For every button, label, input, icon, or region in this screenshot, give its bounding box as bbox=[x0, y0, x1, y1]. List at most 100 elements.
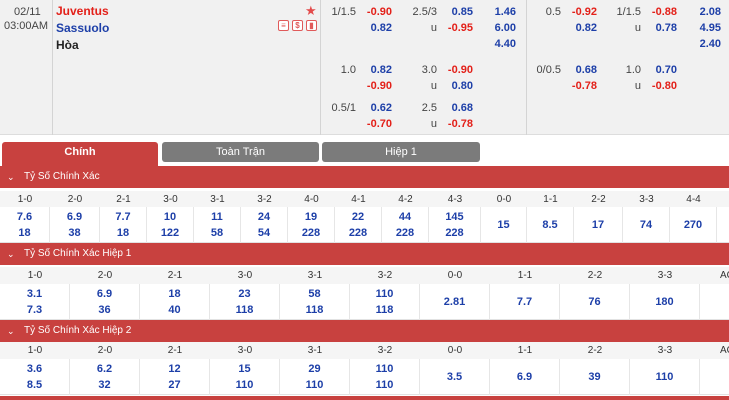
draw-score-cell[interactable]: 270 bbox=[670, 207, 717, 243]
ft-ou-over[interactable]: 0.68 bbox=[437, 101, 473, 115]
section-header-partial[interactable] bbox=[0, 396, 729, 400]
draw-odds: 15 bbox=[497, 219, 510, 231]
h1-ou-u: u bbox=[634, 22, 641, 34]
ft-ou-under[interactable]: 0.80 bbox=[437, 79, 473, 93]
draw-odds: 17 bbox=[591, 219, 605, 231]
score-cell[interactable]: 18 40 bbox=[140, 284, 210, 320]
away-odds: 228 bbox=[301, 227, 321, 239]
home-odds: 11 bbox=[211, 211, 223, 223]
score-label-row: 1-0 2-0 2-1 3-0 3-1 3-2 0-0 1-1 2-2 3-3 … bbox=[0, 267, 729, 285]
tab-chinh[interactable]: Chính bbox=[2, 142, 158, 166]
draw-score-cell[interactable]: 39 bbox=[560, 359, 630, 395]
draw-odds: 2.81 bbox=[443, 296, 466, 308]
score-label: 2-0 bbox=[97, 345, 113, 356]
away-odds: 27 bbox=[168, 379, 181, 391]
home-team[interactable]: Juventus bbox=[56, 4, 109, 18]
score-cell[interactable]: 19 228 bbox=[288, 207, 335, 243]
ft-ou-under[interactable]: -0.78 bbox=[437, 117, 473, 131]
ft-1x2-home[interactable]: 1.46 bbox=[480, 5, 516, 19]
h1-1x2-draw[interactable]: 2.40 bbox=[685, 37, 721, 51]
score-odds-row: 3.1 7.3 6.9 36 18 40 23 118 58 118 110 118 2.8… bbox=[0, 284, 729, 320]
draw-score-cell[interactable]: 180 bbox=[630, 284, 700, 320]
score-cell[interactable]: 7.6 18 bbox=[0, 207, 50, 243]
score-label: 3-2 bbox=[377, 270, 393, 281]
tab-toan-tran[interactable]: Toàn Trận bbox=[162, 142, 319, 162]
draw-score-cell[interactable]: 110 bbox=[630, 359, 700, 395]
ft-hdp-away[interactable]: -0.90 bbox=[356, 79, 392, 93]
draw-score-cell[interactable]: 8.5 bbox=[527, 207, 574, 243]
favorite-star-icon[interactable]: ★ bbox=[305, 4, 317, 17]
score-cell[interactable]: 23 118 bbox=[210, 284, 280, 320]
stats-icon[interactable]: ▮ bbox=[306, 20, 317, 31]
ft-hdp-home[interactable]: 0.82 bbox=[356, 63, 392, 77]
draw-score-cell[interactable]: 15 bbox=[481, 207, 527, 243]
score-cell[interactable]: 6.9 36 bbox=[70, 284, 140, 320]
score-label: 2-2 bbox=[587, 270, 603, 281]
ft-1x2-away[interactable]: 6.00 bbox=[480, 21, 516, 35]
score-cell[interactable]: 44 228 bbox=[382, 207, 429, 243]
score-label: 3-3 bbox=[657, 270, 673, 281]
dollar-icon[interactable]: $ bbox=[292, 20, 303, 31]
draw-score-cell[interactable]: 76 bbox=[560, 284, 630, 320]
score-cell[interactable]: 29 110 bbox=[280, 359, 350, 395]
draw-score-cell[interactable]: 3.5 bbox=[420, 359, 490, 395]
score-cell[interactable]: 10 122 bbox=[147, 207, 194, 243]
score-cell[interactable]: 7.7 18 bbox=[100, 207, 147, 243]
score-label: 3-2 bbox=[377, 345, 393, 356]
h1-hdp-home[interactable]: -0.92 bbox=[561, 5, 597, 19]
away-odds: 118 bbox=[235, 304, 254, 316]
draw-score-cell[interactable]: 6.9 bbox=[490, 359, 560, 395]
ft-hdp-home[interactable]: 0.62 bbox=[356, 101, 392, 115]
ft-ou-under[interactable]: -0.95 bbox=[437, 21, 473, 35]
h1-hdp-home[interactable]: 0.68 bbox=[561, 63, 597, 77]
h1-ou-over[interactable]: 0.70 bbox=[641, 63, 677, 77]
chevron-down-icon: ⌄ bbox=[7, 326, 15, 336]
score-cell[interactable]: 22 228 bbox=[335, 207, 382, 243]
home-odds: 3.6 bbox=[26, 363, 43, 375]
away-team[interactable]: Sassuolo bbox=[56, 21, 109, 35]
score-label: 3-0 bbox=[237, 270, 253, 281]
ft-ou-over[interactable]: 0.85 bbox=[437, 5, 473, 19]
tab-hiep-1[interactable]: Hiệp 1 bbox=[322, 142, 480, 162]
match-odds-panel: 02/11 03:00AM Juventus Sassuolo Hòa ★ ≡ … bbox=[0, 0, 729, 135]
score-cell[interactable]: 11 58 bbox=[194, 207, 241, 243]
score-cell[interactable]: 24 54 bbox=[241, 207, 288, 243]
ft-hdp-home[interactable]: -0.90 bbox=[356, 5, 392, 19]
h1-1x2-away[interactable]: 4.95 bbox=[685, 21, 721, 35]
ft-hdp-away[interactable]: -0.70 bbox=[356, 117, 392, 131]
score-cell[interactable]: 6.2 32 bbox=[70, 359, 140, 395]
score-cell[interactable]: 110 118 bbox=[350, 284, 420, 320]
score-cell[interactable]: 58 118 bbox=[280, 284, 350, 320]
draw-score-cell[interactable]: 7.7 bbox=[490, 284, 560, 320]
h1-ou-over[interactable]: -0.88 bbox=[641, 5, 677, 19]
ft-hdp-away[interactable]: 0.82 bbox=[356, 21, 392, 35]
score-cell[interactable]: 3.1 7.3 bbox=[0, 284, 70, 320]
h1-ou-under[interactable]: -0.80 bbox=[641, 79, 677, 93]
draw-score-cell[interactable]: 2.81 bbox=[420, 284, 490, 320]
h1-hdp-away[interactable]: -0.78 bbox=[561, 79, 597, 93]
section-header[interactable]: ⌄ Tỷ Số Chính Xác Hiệp 1 bbox=[0, 243, 729, 265]
section-header[interactable]: ⌄ Tỷ Số Chính Xác bbox=[0, 166, 729, 188]
away-odds: 40 bbox=[168, 304, 181, 316]
h1-ou-under[interactable]: 0.78 bbox=[641, 21, 677, 35]
home-odds: 24 bbox=[257, 211, 271, 223]
h1-hdp-away[interactable]: 0.82 bbox=[561, 21, 597, 35]
score-label: 2-0 bbox=[97, 270, 113, 281]
ft-1x2-draw[interactable]: 4.40 bbox=[480, 37, 516, 51]
score-cell[interactable]: 15 110 bbox=[210, 359, 280, 395]
other-score-cell[interactable] bbox=[700, 359, 729, 395]
other-score-cell[interactable] bbox=[700, 284, 729, 320]
h1-1x2-home[interactable]: 2.08 bbox=[685, 5, 721, 19]
score-cell[interactable]: 110 110 bbox=[350, 359, 420, 395]
score-cell[interactable]: 3.6 8.5 bbox=[0, 359, 70, 395]
draw-score-cell[interactable]: 74 bbox=[623, 207, 670, 243]
score-cell[interactable]: 145 228 bbox=[429, 207, 481, 243]
score-cell[interactable]: 12 27 bbox=[140, 359, 210, 395]
draw-score-cell[interactable]: 17 bbox=[574, 207, 623, 243]
away-odds: 228 bbox=[348, 227, 368, 239]
ft-ou-over[interactable]: -0.90 bbox=[437, 63, 473, 77]
home-odds: 19 bbox=[304, 211, 318, 223]
lineup-icon[interactable]: ≡ bbox=[278, 20, 289, 31]
section-header[interactable]: ⌄ Tỷ Số Chính Xác Hiệp 2 bbox=[0, 320, 729, 342]
score-cell[interactable]: 6.9 38 bbox=[50, 207, 100, 243]
